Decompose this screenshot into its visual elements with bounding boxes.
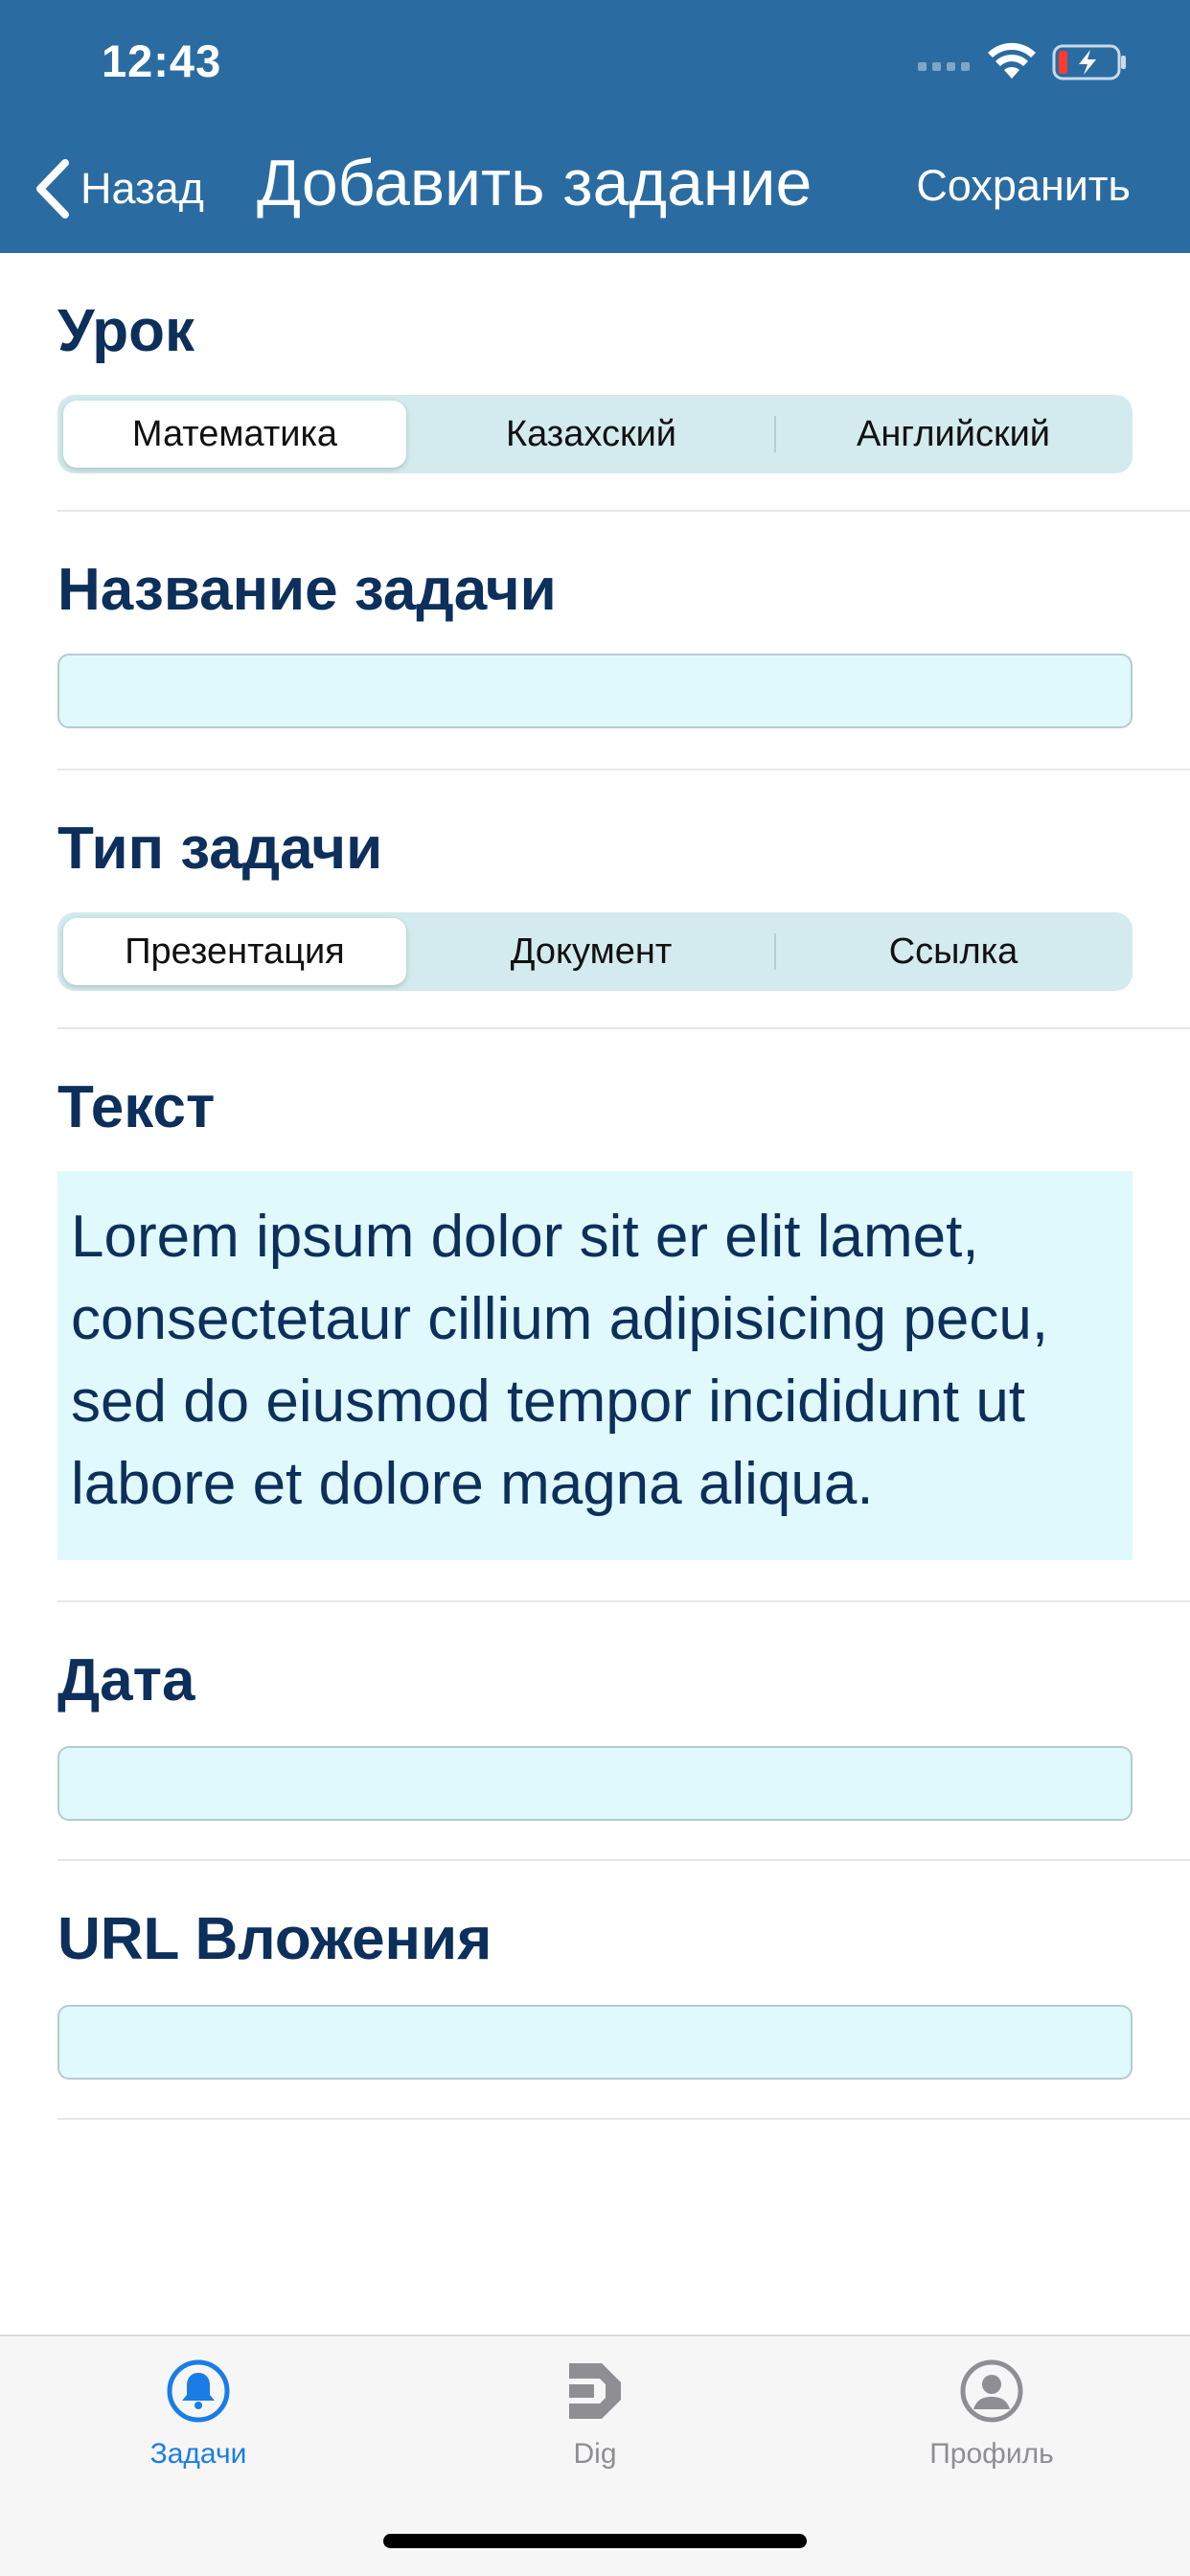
task-type-title: Тип задачи [57,816,383,882]
task-type-option-link[interactable]: Ссылка [778,912,1129,991]
attachment-url-title: URL Вложения [57,1906,492,1972]
attachment-url-input[interactable] [57,2005,1133,2080]
task-type-option-document[interactable]: Документ [416,912,767,991]
lesson-title: Урок [57,298,195,364]
back-button-label: Назад [80,164,204,213]
section-divider [57,1027,1190,1029]
save-button[interactable]: Сохранить [916,161,1131,211]
header: 12:43 Назад Добавить задание Сохранить [0,0,1190,253]
section-divider [57,2118,1190,2120]
tab-dig[interactable]: Dig [397,2336,793,2509]
back-button[interactable]: Назад [33,155,204,222]
dig-logo-icon [569,2363,621,2419]
page-title: Добавить задание [257,147,812,219]
lesson-option-math[interactable]: Математика [63,401,406,468]
navigation-bar: Назад Добавить задание Сохранить [0,126,1190,253]
battery-charging-icon [1052,44,1126,80]
lesson-segmented-control: Математика Казахский Английский [57,395,1133,473]
wifi-icon [988,42,1036,79]
tab-dig-label: Dig [573,2438,617,2470]
status-bar: 12:43 [0,0,1190,126]
tab-profile[interactable]: Профиль [793,2336,1190,2509]
tab-tasks[interactable]: Задачи [0,2336,397,2509]
bell-icon [167,2359,230,2423]
attachment-url-section: URL Вложения [0,1861,1190,2120]
date-section: Дата [0,1602,1190,1861]
segment-divider [774,933,776,970]
date-title: Дата [57,1647,195,1714]
task-name-title: Название задачи [57,557,557,623]
tab-tasks-label: Задачи [149,2438,247,2470]
tab-profile-label: Профиль [929,2438,1054,2470]
home-indicator [383,2534,807,2548]
text-area[interactable]: Lorem ipsum dolor sit er elit lamet, con… [57,1171,1133,1560]
person-circle-icon [960,2359,1023,2423]
task-type-option-presentation[interactable]: Презентация [63,918,406,985]
text-area-content: Lorem ipsum dolor sit er elit lamet, con… [71,1204,1049,1517]
task-name-section: Название задачи [0,512,1190,770]
date-input[interactable] [57,1746,1133,1821]
status-time: 12:43 [102,35,222,86]
lesson-option-kazakh[interactable]: Казахский [416,395,767,473]
lesson-option-english[interactable]: Английский [778,395,1129,473]
segment-divider [774,416,776,452]
task-type-segmented-control: Презентация Документ Ссылка [57,912,1133,991]
task-type-section: Тип задачи Презентация Документ Ссылка [0,770,1190,1029]
lesson-section: Урок Математика Казахский Английский [0,253,1190,512]
task-name-input[interactable] [57,654,1133,728]
text-title: Текст [57,1074,216,1140]
signal-icon [918,62,970,71]
chevron-left-icon [36,159,69,218]
